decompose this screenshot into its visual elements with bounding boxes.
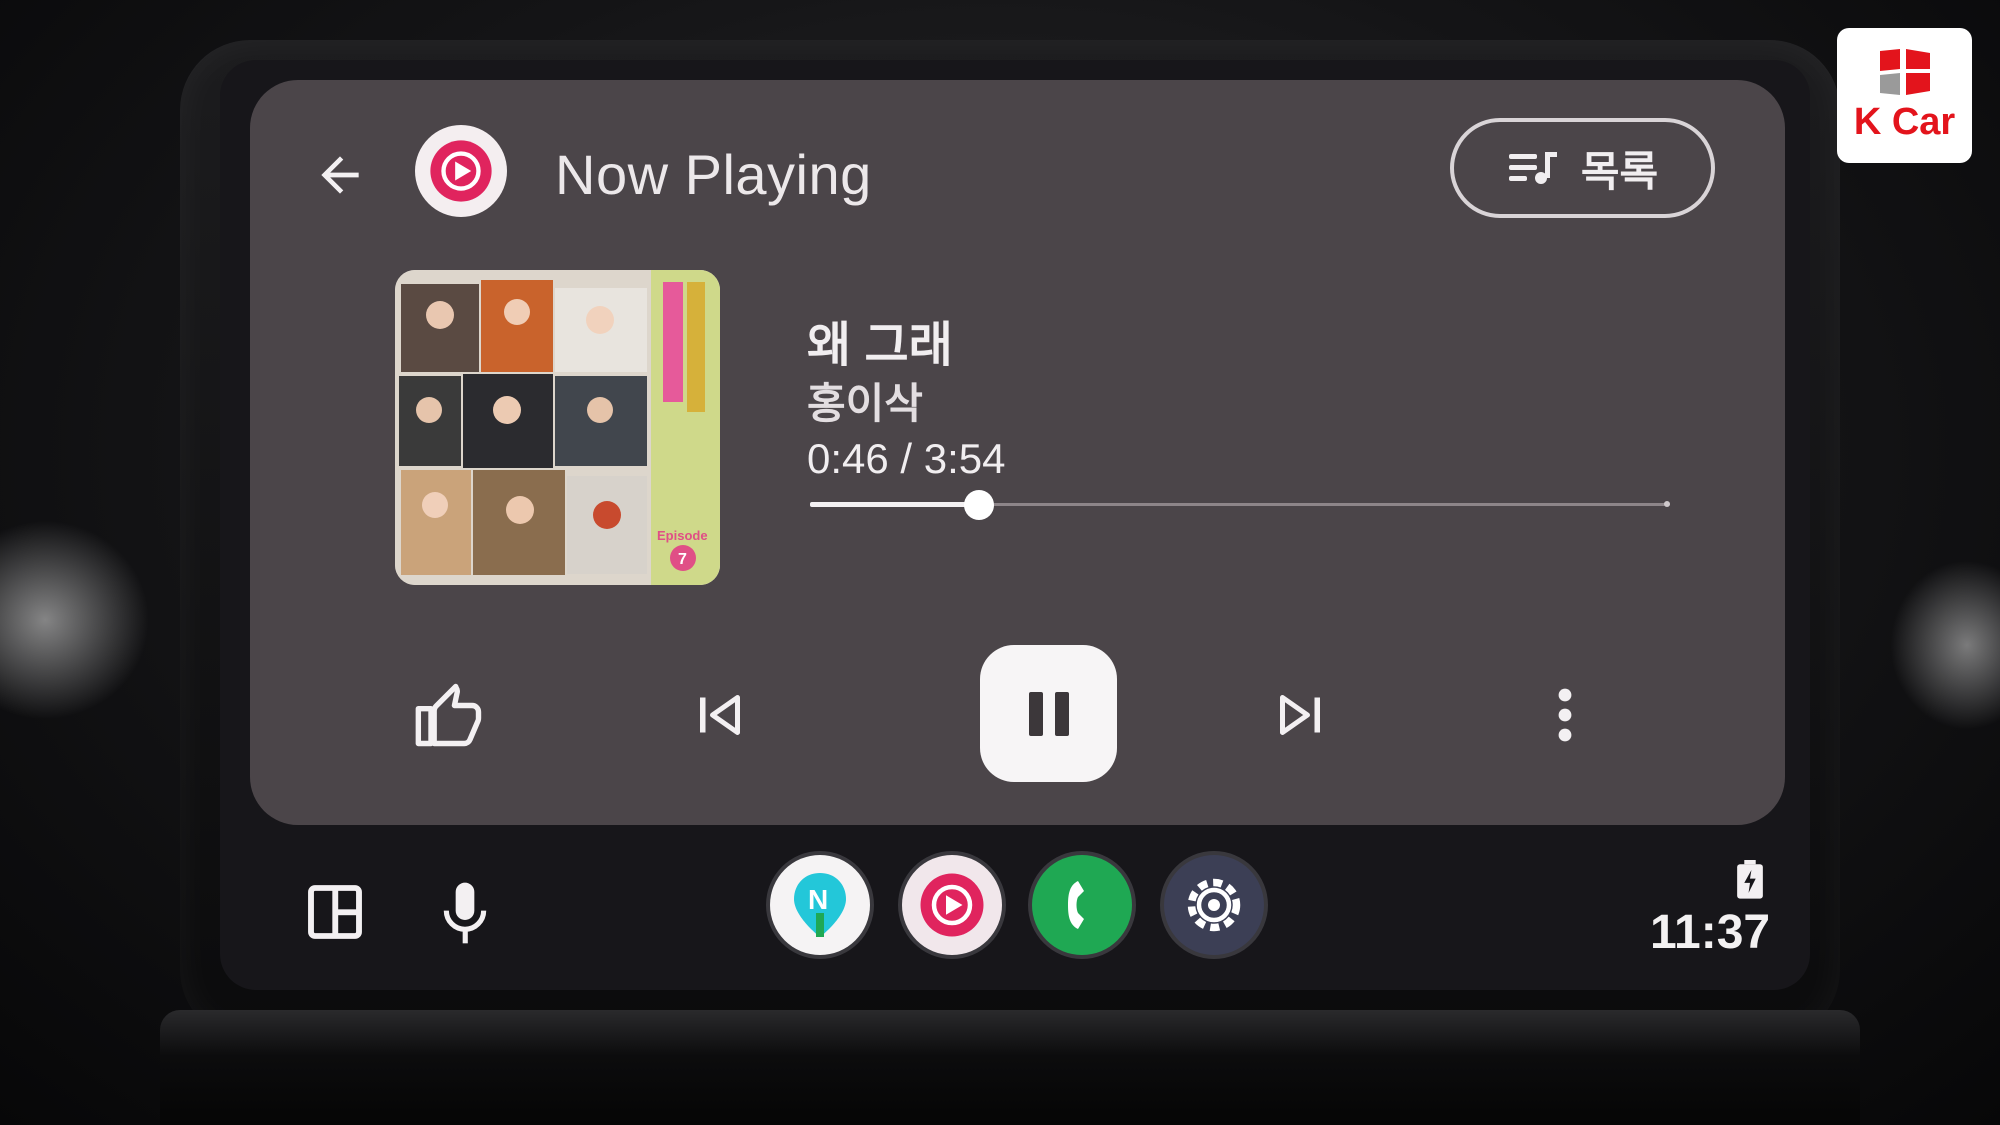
naver-map-app[interactable]: N bbox=[770, 855, 870, 955]
page-title: Now Playing bbox=[555, 143, 872, 206]
status-clock: 11:37 bbox=[1650, 906, 1771, 959]
light-reflection bbox=[1890, 560, 2000, 730]
track-artist: 홍이삭 bbox=[807, 380, 923, 427]
thumbs-up-icon bbox=[415, 683, 482, 747]
seek-bar-end bbox=[1664, 501, 1670, 507]
seek-bar[interactable] bbox=[810, 490, 1670, 520]
album-badge: 7 bbox=[678, 551, 687, 568]
youtube-music-app[interactable] bbox=[902, 855, 1002, 955]
phone-app[interactable] bbox=[1032, 855, 1132, 955]
settings-app[interactable] bbox=[1164, 855, 1264, 955]
seek-bar-fill bbox=[810, 502, 980, 507]
queue-button[interactable]: 목록 bbox=[1450, 118, 1715, 218]
youtube-music-icon bbox=[920, 873, 984, 937]
light-reflection bbox=[0, 520, 150, 720]
queue-music-icon bbox=[1508, 152, 1557, 184]
battery-charging-icon bbox=[1737, 860, 1763, 899]
phone-icon bbox=[1068, 881, 1084, 929]
album-art: Episode 7 bbox=[395, 270, 720, 585]
pause-icon bbox=[1028, 691, 1069, 736]
naver-map-letter: N bbox=[808, 884, 828, 915]
dashboard-trim bbox=[160, 1010, 1860, 1125]
queue-label: 목록 bbox=[1580, 147, 1659, 195]
back-button[interactable] bbox=[305, 140, 375, 210]
track-time: 0:46 / 3:54 bbox=[807, 435, 1006, 482]
naver-map-icon: N bbox=[794, 873, 846, 937]
arrow-left-icon bbox=[321, 156, 359, 194]
now-playing-card: Now Playing 목록 Episode 7 왜 그래 홍이삭 0:46 /… bbox=[250, 80, 1785, 825]
seek-bar-thumb[interactable] bbox=[964, 490, 995, 520]
more-vertical-icon bbox=[1558, 688, 1572, 742]
youtube-music-icon bbox=[415, 125, 507, 217]
kcar-logo: K Car bbox=[1837, 28, 1972, 163]
kcar-logo-text: K Car bbox=[1853, 101, 1956, 143]
next-button[interactable] bbox=[1250, 665, 1350, 765]
album-side-text: Episode bbox=[657, 528, 708, 543]
skip-next-icon bbox=[1280, 695, 1320, 735]
like-button[interactable] bbox=[400, 665, 500, 765]
settings-icon bbox=[1187, 878, 1241, 932]
android-auto-screen: Now Playing 목록 Episode 7 왜 그래 홍이삭 0:46 /… bbox=[220, 60, 1810, 990]
skip-previous-icon bbox=[700, 695, 740, 735]
voice-assistant-button[interactable] bbox=[425, 868, 505, 958]
microphone-icon bbox=[443, 882, 487, 944]
kcar-mark-icon bbox=[1879, 49, 1930, 95]
dashboard-icon bbox=[308, 885, 362, 939]
previous-button[interactable] bbox=[670, 665, 770, 765]
more-options-button[interactable] bbox=[1525, 665, 1605, 765]
dashboard-button[interactable] bbox=[295, 872, 375, 952]
pause-button[interactable] bbox=[980, 645, 1117, 782]
track-title: 왜 그래 bbox=[807, 319, 953, 372]
